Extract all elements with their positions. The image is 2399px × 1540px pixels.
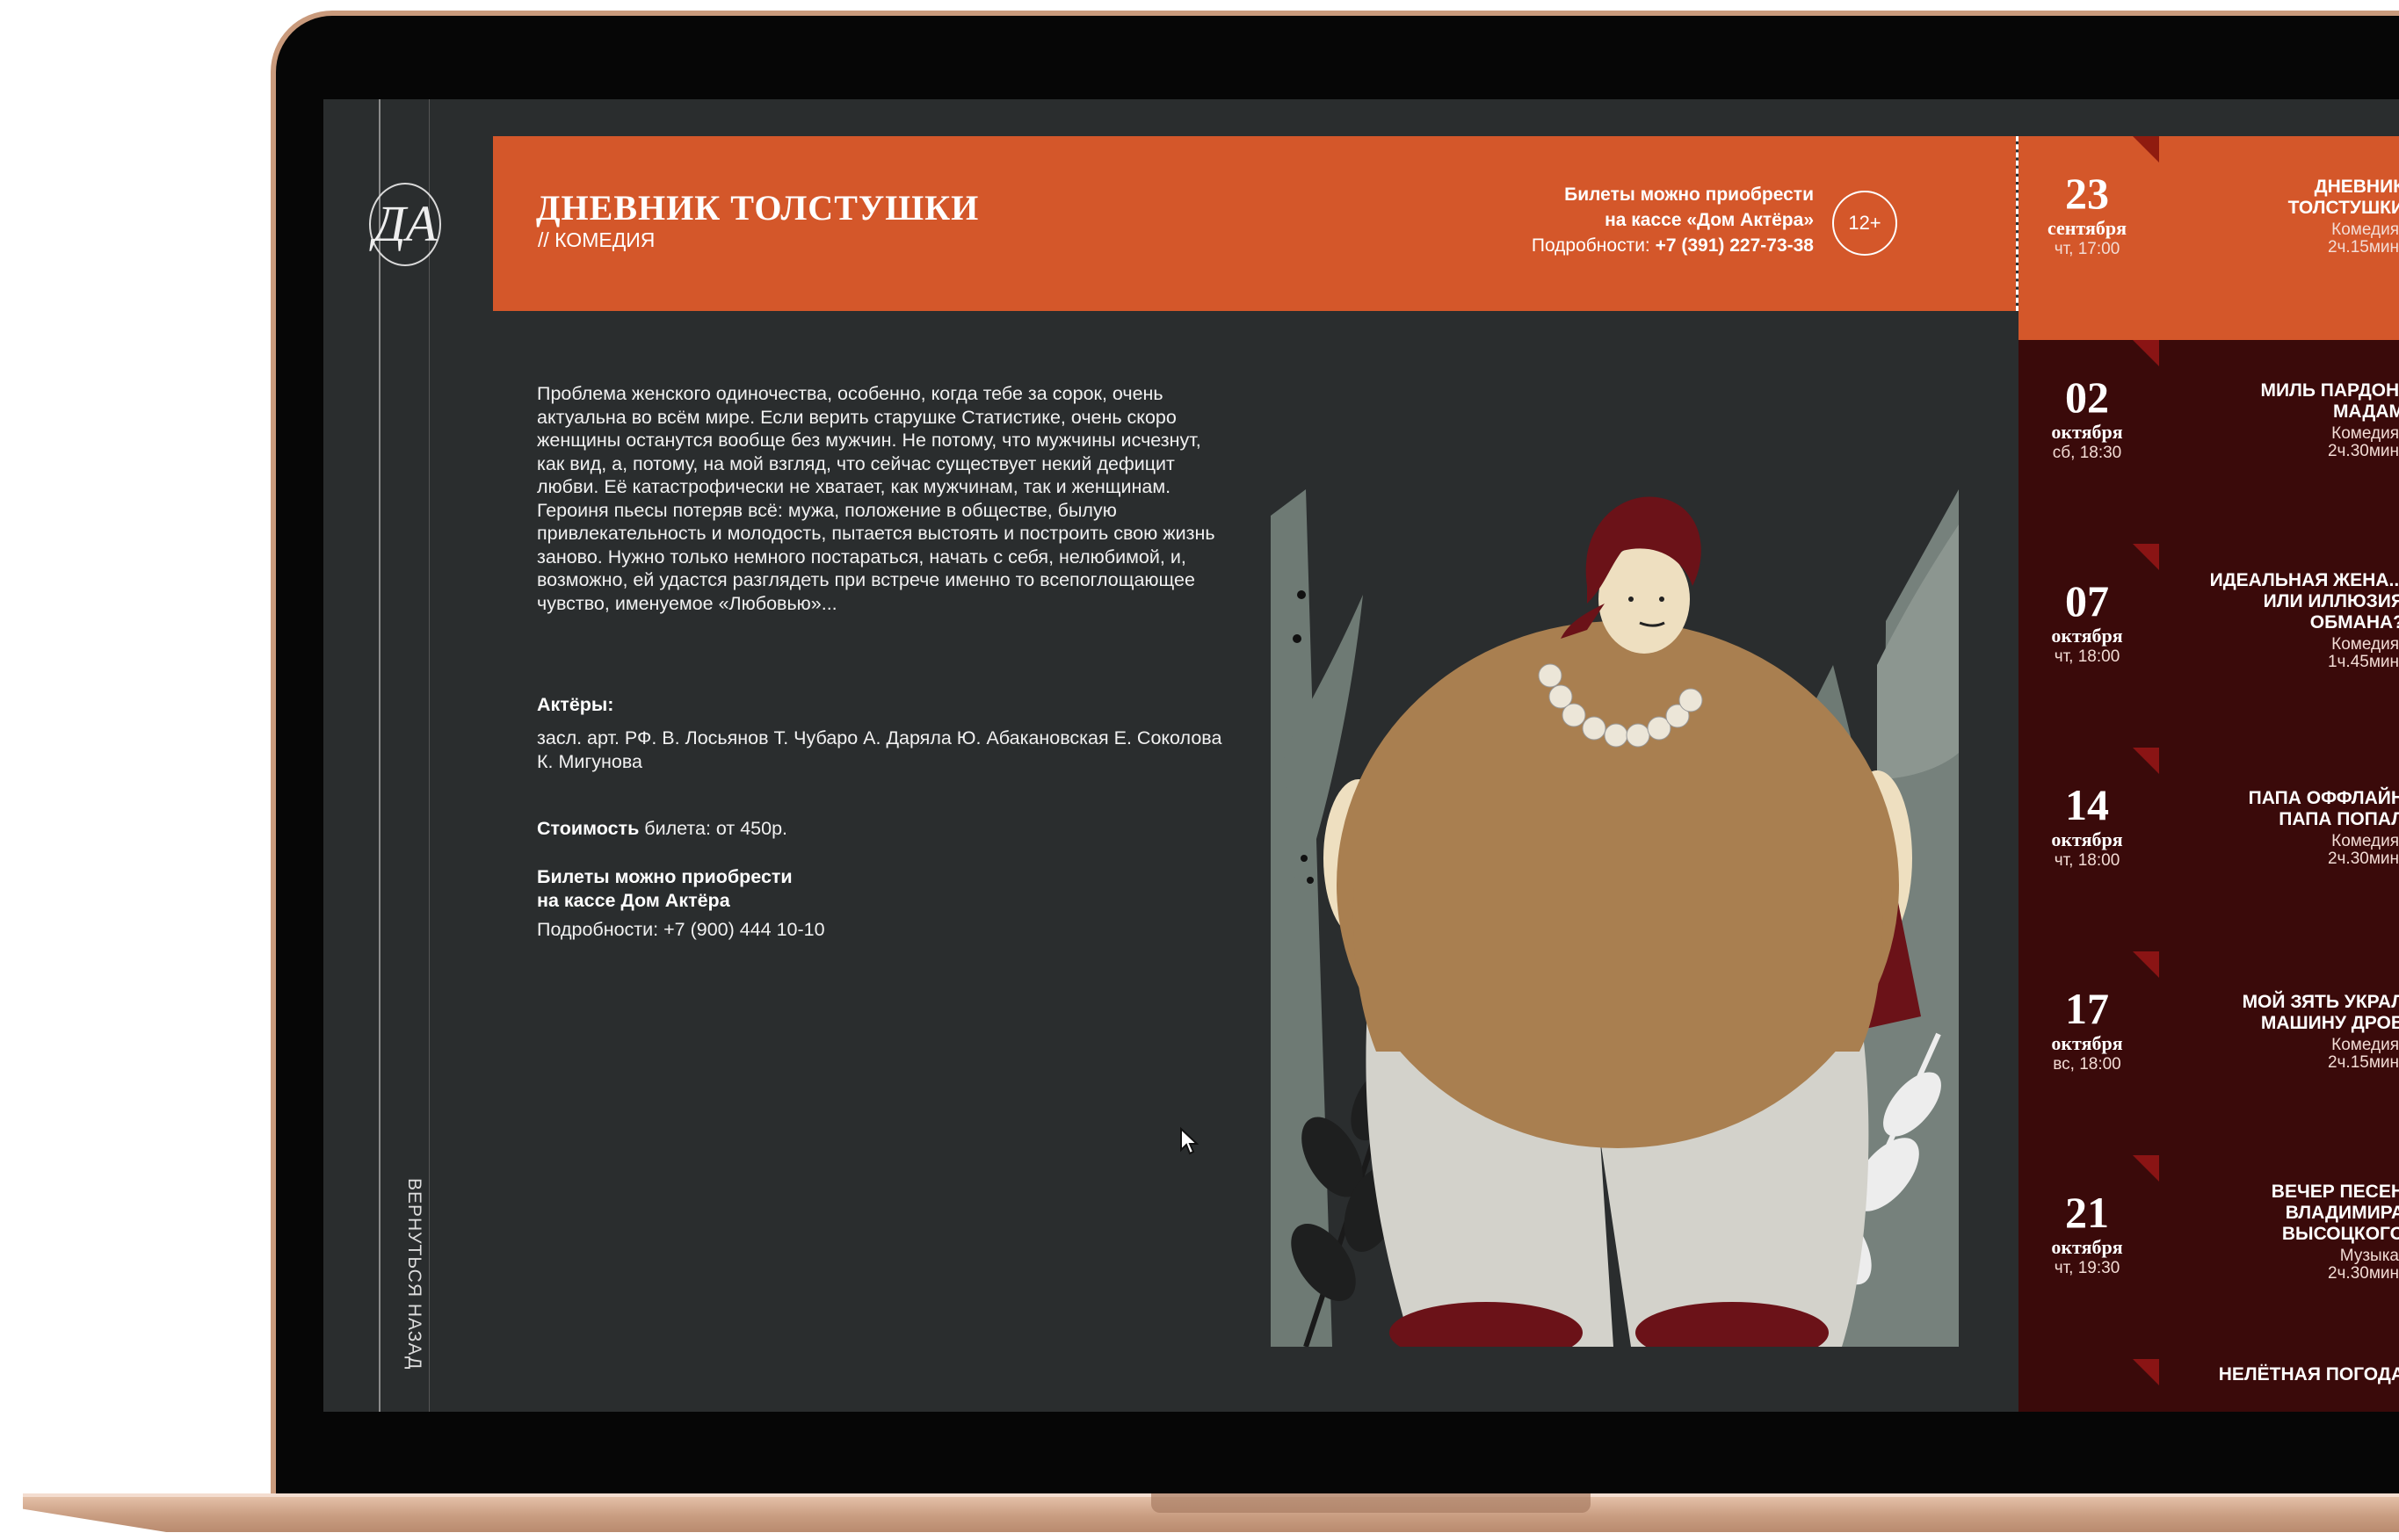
event-genre: Комедия: [2331, 424, 2399, 443]
theatre-logo[interactable]: ДА: [369, 183, 441, 266]
price-label: Стоимость: [537, 818, 640, 839]
corner-tag-icon: [2133, 951, 2159, 978]
show-genre: // КОМЕДИЯ: [538, 228, 656, 251]
laptop-hinge: [1151, 1493, 1591, 1513]
schedule-item[interactable]: 14 октября чт, 18:00 ПАПА ОФФЛАЙН ПАПА ПОПАЛ…: [2018, 748, 2399, 951]
corner-tag-icon: [2133, 1155, 2159, 1182]
corner-tag-icon: [2133, 1359, 2159, 1385]
details-label: Подробности:: [1531, 235, 1656, 256]
schedule-item[interactable]: 07 октября чт, 18:00 ИДЕАЛЬНАЯ ЖЕНА... ИЛИ И…: [2018, 544, 2399, 748]
mouse-pointer-icon: [1180, 1127, 1199, 1155]
age-rating-badge: 12+: [1832, 191, 1897, 256]
schedule-item[interactable]: 02 октября сб, 18:30 МИЛЬ ПАРДОН, МАДАМ Комед…: [2018, 340, 2399, 544]
event-genre: Комедия: [2331, 832, 2399, 850]
event-day: 14: [2065, 780, 2109, 829]
event-title: ПАПА ПОПАЛ: [2279, 809, 2399, 829]
details-line: Подробности: +7 (391) 227-73-38: [1532, 233, 1814, 258]
event-duration: 2ч.30мин: [2327, 850, 2399, 868]
event-title: МОЙ ЗЯТЬ УКРАЛ: [2242, 992, 2399, 1012]
schedule-item[interactable]: 21 октября чт, 19:30 ВЕЧЕР ПЕСЕН ВЛАДИМИРА ВЫ…: [2018, 1155, 2399, 1359]
event-duration: 2ч.15мин: [2327, 238, 2399, 257]
event-title: ТОЛСТУШКИ: [2287, 198, 2399, 218]
event-time: чт, 18:00: [2054, 851, 2120, 870]
event-time: вс, 18:00: [2053, 1055, 2121, 1074]
event-month: октября: [2051, 1032, 2123, 1054]
event-title: ПАПА ОФФЛАЙН: [2248, 788, 2399, 808]
event-title: ВЫСОЦКОГО: [2281, 1224, 2399, 1244]
event-month: октября: [2051, 1236, 2123, 1258]
event-day: 21: [2065, 1188, 2109, 1237]
buy-info: Билеты можно приобрести на кассе Дом Акт…: [537, 865, 793, 913]
contact-phone: Подробности: +7 (900) 444 10-10: [537, 919, 825, 940]
header-ticket-info: Билеты можно приобрести на кассе «Дом Ак…: [1532, 182, 1814, 258]
event-duration: 1ч.45мин: [2327, 653, 2399, 671]
event-day: 07: [2065, 576, 2109, 625]
event-title: НЕЛЁТНАЯ ПОГОДА: [2218, 1364, 2399, 1385]
event-title: МИЛЬ ПАРДОН,: [2260, 380, 2399, 401]
event-duration: 2ч.30мин: [2327, 1264, 2399, 1283]
event-time: сб, 18:30: [2052, 444, 2122, 462]
event-title: ВЕЧЕР ПЕСЕН: [2271, 1182, 2399, 1202]
event-title: МАДАМ: [2332, 401, 2399, 422]
event-genre: Комедия: [2331, 221, 2399, 239]
event-time: чт, 17:00: [2054, 240, 2120, 258]
event-genre: Комедия: [2331, 635, 2399, 654]
buy-line-1: Билеты можно приобрести: [537, 866, 793, 887]
show-header: ДНЕВНИК ТОЛСТУШКИ // КОМЕДИЯ Билеты можн…: [493, 136, 2016, 311]
actors-list: засл. арт. РФ. В. Лосьянов Т. Чубаро А. …: [537, 727, 1222, 772]
price-value: билета: от 450р.: [639, 818, 788, 839]
event-duration: 2ч.30мин: [2327, 442, 2399, 460]
schedule-item[interactable]: НЕЛЁТНАЯ ПОГОДА: [2018, 1359, 2399, 1412]
schedule-item[interactable]: 17 октября вс, 18:00 МОЙ ЗЯТЬ УКРАЛ МАШИНУ Д…: [2018, 951, 2399, 1155]
event-title: МАШИНУ ДРОВ: [2260, 1013, 2399, 1033]
schedule-list: 23 сентября чт, 17:00 ДНЕВНИК ТОЛСТУШКИ Комед…: [2018, 136, 2399, 1412]
event-month: октября: [2051, 625, 2123, 647]
event-month: октября: [2051, 421, 2123, 443]
event-duration: 2ч.15мин: [2327, 1053, 2399, 1072]
details-phone[interactable]: +7 (391) 227-73-38: [1656, 235, 1814, 256]
event-title: ИДЕАЛЬНАЯ ЖЕНА...: [2209, 570, 2399, 590]
event-day: 23: [2065, 169, 2109, 218]
ticket-line-1: Билеты можно приобрести: [1564, 184, 1814, 205]
event-time: чт, 18:00: [2054, 647, 2120, 666]
actors-heading: Актёры:: [537, 694, 614, 715]
corner-tag-icon: [2133, 544, 2159, 570]
event-genre: Комедия: [2331, 1036, 2399, 1054]
event-genre: Музыка: [2339, 1247, 2399, 1265]
event-month: октября: [2051, 828, 2123, 850]
show-illustration: [1271, 489, 1959, 1347]
event-day: 02: [2065, 372, 2109, 422]
event-month: сентября: [2047, 217, 2127, 239]
rail-divider-inner: [429, 99, 430, 1412]
corner-tag-icon: [2133, 340, 2159, 366]
laptop-screen: ДА ВЕРНУТЬСЯ НАЗАД ДНЕВНИК ТОЛСТУШКИ // …: [323, 99, 2399, 1412]
show-description: Проблема женского одиночества, особенно,…: [537, 383, 1215, 614]
schedule-item[interactable]: 23 сентября чт, 17:00 ДНЕВНИК ТОЛСТУШКИ Комед…: [2018, 136, 2399, 340]
event-title: ДНЕВНИК: [2314, 177, 2399, 197]
page-title: ДНЕВНИК ТОЛСТУШКИ: [536, 188, 980, 228]
ticket-line-2: на кассе «Дом Актёра»: [1605, 210, 1814, 230]
event-day: 17: [2065, 984, 2109, 1033]
rail-divider: [379, 99, 381, 1412]
event-title: ОБМАНА?: [2309, 612, 2399, 633]
corner-tag-icon: [2133, 136, 2159, 163]
buy-line-2: на кассе Дом Актёра: [537, 890, 730, 911]
event-time: чт, 19:30: [2054, 1259, 2120, 1277]
back-link[interactable]: ВЕРНУТЬСЯ НАЗАД: [389, 1178, 424, 1371]
event-title: ВЛАДИМИРА: [2285, 1203, 2399, 1223]
event-title: ИЛИ ИЛЛЮЗИЯ: [2263, 591, 2399, 611]
ticket-price: Стоимость билета: от 450р.: [537, 818, 787, 840]
corner-tag-icon: [2133, 748, 2159, 774]
